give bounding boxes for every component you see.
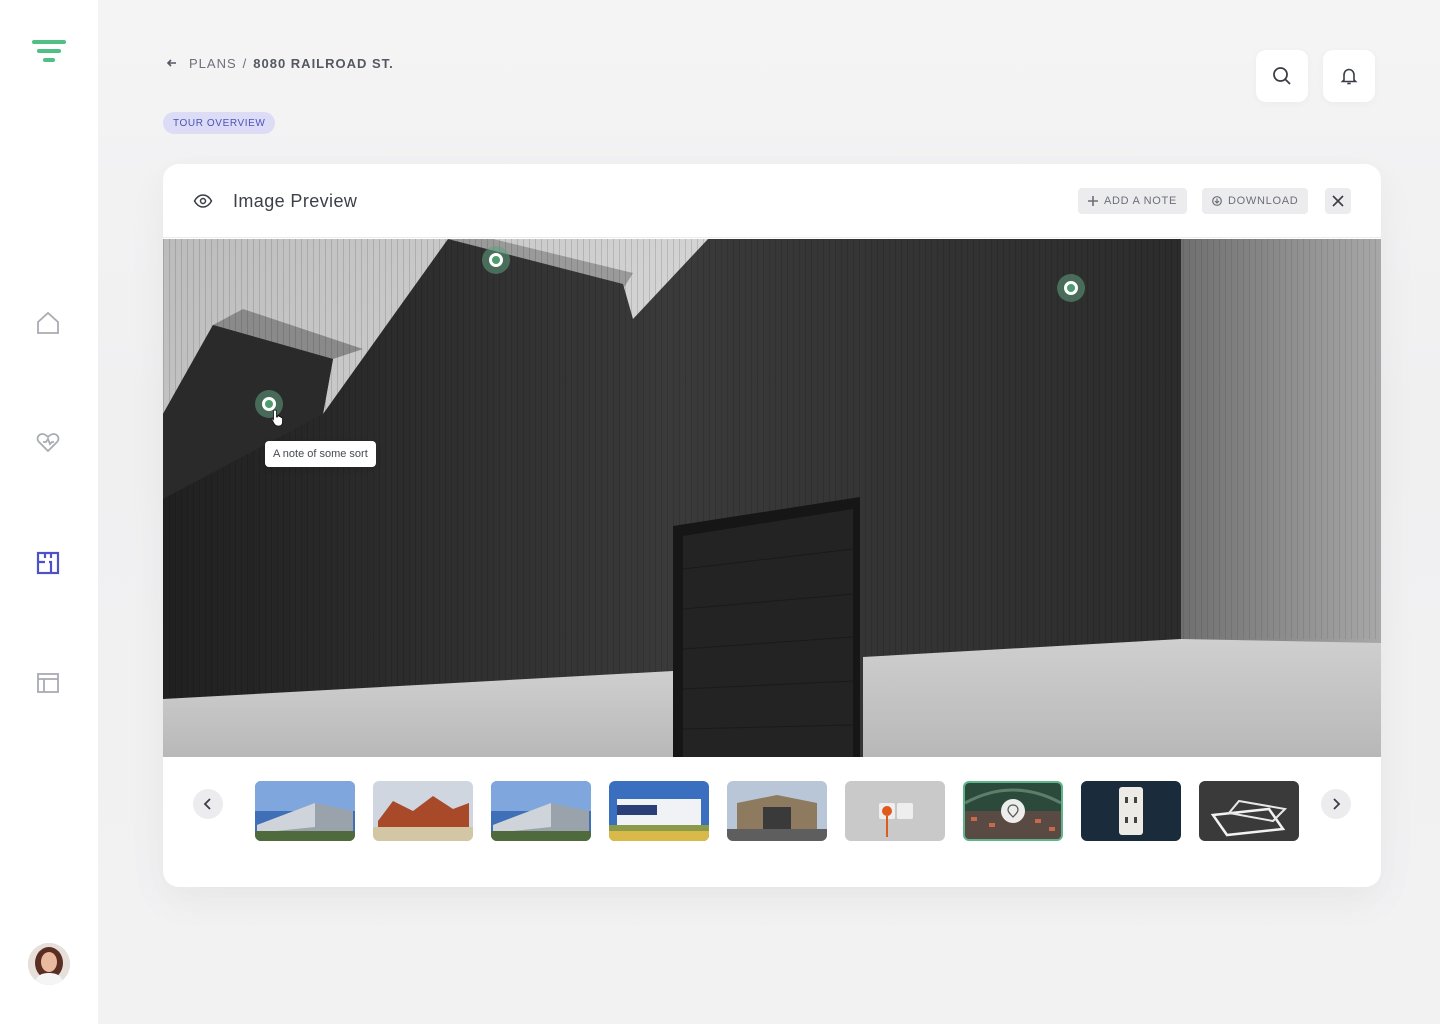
thumbnail-wall-outlet-dark[interactable]	[1081, 781, 1181, 841]
logo-icon[interactable]	[32, 40, 66, 64]
search-icon	[1273, 67, 1291, 85]
download-button[interactable]: DOWNLOAD	[1202, 188, 1309, 214]
notifications-button[interactable]	[1323, 50, 1375, 102]
back-arrow-icon[interactable]	[165, 56, 179, 70]
sidebar-item-health[interactable]	[34, 428, 62, 456]
thumbnail-storefront[interactable]	[727, 781, 827, 841]
floorplan-icon	[36, 551, 60, 575]
warehouse-photo	[163, 239, 1381, 757]
sidebar-item-table[interactable]	[34, 669, 62, 697]
thumbnail-warehouse-1[interactable]	[255, 781, 355, 841]
card-title: Image Preview	[233, 191, 358, 211]
avatar[interactable]	[28, 943, 70, 985]
marker-dot	[489, 253, 503, 267]
note-tooltip: A note of some sort	[265, 441, 376, 467]
thumbnail-wall-outlet-orange[interactable]	[845, 781, 945, 841]
heart-icon	[36, 433, 60, 453]
breadcrumb-current: 8080 RAILROAD ST.	[253, 55, 394, 71]
avatar-image	[28, 943, 70, 985]
sidebar	[0, 0, 98, 1024]
thumbnail-strip	[163, 757, 1381, 887]
breadcrumb: PLANS / 8080 RAILROAD ST.	[165, 54, 394, 72]
note-marker-2[interactable]	[1057, 274, 1085, 302]
plus-icon	[1088, 196, 1098, 206]
chevron-right-icon	[1333, 798, 1341, 810]
eye-icon	[193, 194, 213, 208]
image-preview[interactable]: A note of some sort	[163, 239, 1381, 757]
home-icon	[37, 311, 59, 334]
card-header: Image Preview ADD A NOTE DOWNLOAD	[163, 164, 1381, 238]
previous-button[interactable]	[193, 789, 223, 819]
chevron-left-icon	[203, 798, 211, 810]
thumbnail-image	[373, 781, 473, 841]
thumbnail-warehouse-2[interactable]	[491, 781, 591, 841]
thumbnail-image	[965, 783, 1061, 839]
download-label: DOWNLOAD	[1228, 195, 1299, 207]
table-icon	[37, 673, 59, 693]
tour-overview-tag[interactable]: TOUR OVERVIEW	[163, 112, 276, 134]
image-preview-card: Image Preview ADD A NOTE DOWNLOAD A note…	[163, 164, 1381, 887]
sidebar-item-plans[interactable]	[34, 549, 62, 577]
thumbnail-image	[255, 781, 355, 841]
thumbnail-image	[727, 781, 827, 841]
search-button[interactable]	[1256, 50, 1308, 102]
close-icon	[1332, 195, 1344, 207]
breadcrumb-parent[interactable]: PLANS	[189, 56, 237, 71]
thumbnail-ceiling-light[interactable]	[1199, 781, 1299, 841]
thumbnail-image	[1081, 781, 1181, 841]
thumbnail-image	[845, 781, 945, 841]
thumbnail-image	[1199, 781, 1299, 841]
add-note-label: ADD A NOTE	[1104, 195, 1178, 207]
note-marker-1[interactable]	[482, 246, 510, 274]
thumbnail-industrial-building[interactable]	[609, 781, 709, 841]
breadcrumb-separator: /	[242, 55, 248, 71]
pointer-cursor-icon	[271, 409, 283, 427]
sidebar-item-home[interactable]	[34, 309, 62, 337]
add-note-button[interactable]: ADD A NOTE	[1078, 188, 1188, 214]
thumbnail-image	[609, 781, 709, 841]
thumbnail-market-hall[interactable]	[963, 781, 1063, 841]
thumbnail-red-buildings[interactable]	[373, 781, 473, 841]
close-button[interactable]	[1325, 188, 1351, 214]
thumbnail-image	[491, 781, 591, 841]
marker-dot	[1064, 281, 1078, 295]
next-button[interactable]	[1321, 789, 1351, 819]
bell-icon	[1340, 68, 1358, 85]
download-icon	[1212, 196, 1222, 206]
